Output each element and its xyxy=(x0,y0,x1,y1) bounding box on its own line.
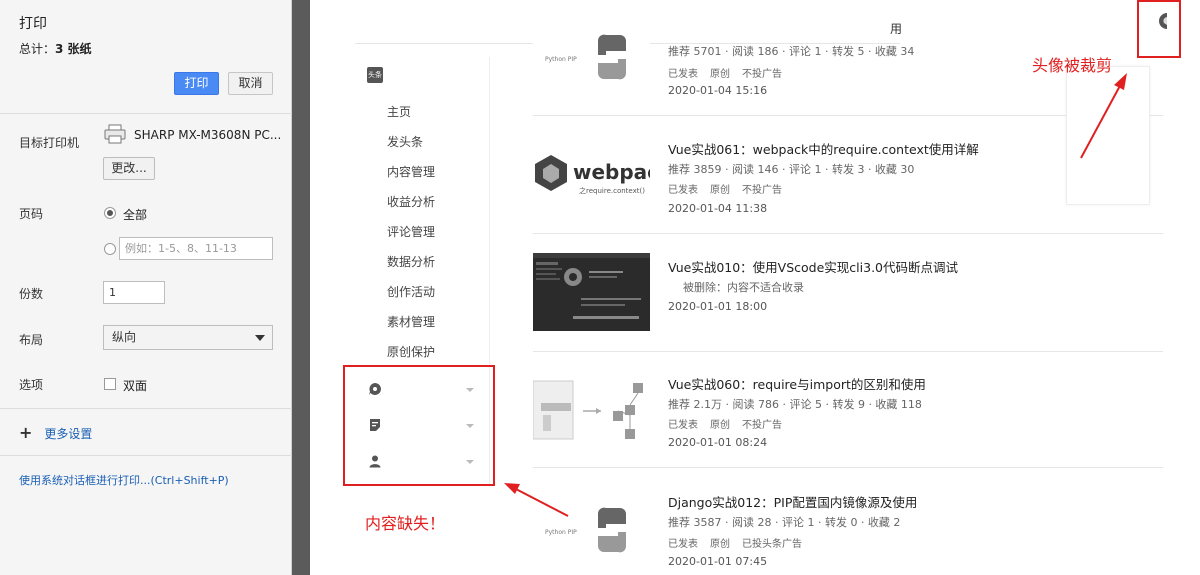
tag-status: 已发表 xyxy=(668,69,698,80)
total-value: 3 张纸 xyxy=(55,42,92,56)
article-tags: 已发表 原创 不投广告 xyxy=(668,416,794,431)
sidebar-item-originality[interactable]: 原创保护 xyxy=(387,343,435,360)
change-printer-button[interactable]: 更改... xyxy=(103,157,155,180)
tag-ads: 已投头条广告 xyxy=(742,539,802,550)
article-title[interactable]: Vue实战061：webpack中的require.context使用详解 xyxy=(668,139,979,158)
tag-status: 已发表 xyxy=(668,420,698,431)
thumb-sublabel: 之require.context() xyxy=(579,186,645,195)
print-dialog-panel: 打印 总计：3 张纸 打印 取消 目标打印机 SHARP MX-M3608N P… xyxy=(0,0,292,575)
tag-original: 原创 xyxy=(710,539,730,550)
pages-all-radio[interactable] xyxy=(104,207,116,219)
sidebar-item-materials[interactable]: 素材管理 xyxy=(387,313,435,330)
annotation-avatar-box xyxy=(1137,0,1181,58)
tag-ads: 不投广告 xyxy=(742,69,782,80)
article-thumbnail: Python PIP xyxy=(533,17,650,95)
article-title[interactable]: Django实战012：PIP配置国内镜像源及使用 xyxy=(668,492,917,511)
article-stats: 推荐 3587 · 阅读 28 · 评论 1 · 转发 0 · 收藏 2 xyxy=(668,516,901,529)
vscode-screenshot-icon xyxy=(533,253,650,331)
article-tags: 已发表 原创 已投头条广告 xyxy=(668,535,814,550)
article-date: 2020-01-01 08:24 xyxy=(668,436,768,449)
pages-custom-input[interactable]: 例如：1-5、8、11-13 xyxy=(119,237,273,260)
more-settings-label: 更多设置 xyxy=(44,427,93,441)
tag-original: 原创 xyxy=(710,69,730,80)
plus-icon: + xyxy=(19,423,33,442)
thumb-label: Python PIP xyxy=(545,529,577,536)
article-divider xyxy=(533,351,1163,352)
article-tags: 已发表 原创 不投广告 xyxy=(668,65,794,80)
logo-badge: 头条 xyxy=(367,67,383,83)
layout-label: 布局 xyxy=(19,333,44,347)
divider xyxy=(0,408,292,409)
divider xyxy=(0,113,292,114)
sidebar-item-comments[interactable]: 评论管理 xyxy=(387,223,435,240)
print-dialog-title: 打印 xyxy=(19,16,47,32)
sidebar-item-analytics[interactable]: 数据分析 xyxy=(387,253,435,270)
printer-name: SHARP MX-M3608N PC... xyxy=(134,128,282,142)
system-dialog-link[interactable]: 使用系统对话框进行打印...(Ctrl+Shift+P) xyxy=(19,472,229,488)
thumb-label: webpac xyxy=(573,160,650,184)
tag-ads: 不投广告 xyxy=(742,185,782,196)
copies-label: 份数 xyxy=(19,287,44,301)
sidebar-item-home[interactable]: 主页 xyxy=(387,103,411,120)
total-label: 总计： xyxy=(19,42,56,56)
tag-status: 已发表 xyxy=(668,539,698,550)
article-date: 2020-01-01 07:45 xyxy=(668,555,768,568)
sidebar-item-activities[interactable]: 创作活动 xyxy=(387,283,435,300)
article-deleted-note: 被删除：内容不适合收录 xyxy=(683,281,804,294)
printer-icon xyxy=(104,124,126,144)
sidebar-item-post[interactable]: 发头条 xyxy=(387,133,423,150)
layout-value: 纵向 xyxy=(112,330,137,344)
article-thumbnail: webpac 之require.context() xyxy=(533,141,650,219)
more-settings-link[interactable]: + 更多设置 xyxy=(19,423,92,442)
annotation-arrow-icon xyxy=(504,483,569,517)
annotation-sidebar-box xyxy=(343,365,495,486)
tag-original: 原创 xyxy=(710,185,730,196)
sidebar-item-revenue[interactable]: 收益分析 xyxy=(387,193,435,210)
article-tags: 已发表 原创 不投广告 xyxy=(668,181,794,196)
preview-scroll-gutter xyxy=(292,0,310,575)
cancel-button[interactable]: 取消 xyxy=(228,72,273,95)
article-stats: 推荐 2.1万 · 阅读 786 · 评论 5 · 转发 9 · 收藏 118 xyxy=(668,398,922,411)
annotation-arrow-icon xyxy=(1080,73,1127,159)
article-date: 2020-01-04 15:16 xyxy=(668,84,768,97)
sheet-total: 总计：3 张纸 xyxy=(19,40,92,57)
article-date: 2020-01-01 18:00 xyxy=(668,300,768,313)
destination-label: 目标打印机 xyxy=(19,136,80,150)
article-divider xyxy=(533,233,1163,234)
options-label: 选项 xyxy=(19,378,44,392)
article-title[interactable]: Vue实战010：使用VScode实现cli3.0代码断点调试 xyxy=(668,257,958,276)
article-title[interactable]: Vue实战060：require与import的区别和使用 xyxy=(668,374,926,393)
article-date: 2020-01-04 11:38 xyxy=(668,202,768,215)
annotation-content-missing: 内容缺失！ xyxy=(365,514,446,533)
sidebar-item-content[interactable]: 内容管理 xyxy=(387,163,435,180)
duplex-label: 双面 xyxy=(123,379,148,393)
print-button[interactable]: 打印 xyxy=(174,72,219,95)
thumb-label: Python PIP xyxy=(545,56,577,63)
python-logo-icon: Python PIP xyxy=(533,17,650,95)
header-text-fragment: 用 xyxy=(890,22,903,36)
duplex-checkbox[interactable] xyxy=(104,378,116,390)
pages-all-label: 全部 xyxy=(123,208,148,222)
article-thumbnail xyxy=(533,371,650,449)
pages-label: 页码 xyxy=(19,207,44,221)
chevron-down-icon xyxy=(255,335,265,341)
article-stats: 推荐 5701 · 阅读 186 · 评论 1 · 转发 5 · 收藏 34 xyxy=(668,45,915,58)
article-divider xyxy=(533,467,1163,468)
tag-status: 已发表 xyxy=(668,185,698,196)
article-stats: 推荐 3859 · 阅读 146 · 评论 1 · 转发 3 · 收藏 30 xyxy=(668,163,915,176)
module-diagram-icon xyxy=(533,371,650,449)
tag-original: 原创 xyxy=(710,420,730,431)
copies-input[interactable]: 1 xyxy=(103,281,165,304)
divider xyxy=(0,455,292,456)
tag-ads: 不投广告 xyxy=(742,420,782,431)
layout-select[interactable]: 纵向 xyxy=(103,325,273,350)
article-thumbnail xyxy=(533,253,650,331)
webpack-logo-icon: webpac 之require.context() xyxy=(533,141,650,219)
pages-custom-radio[interactable] xyxy=(104,243,116,255)
